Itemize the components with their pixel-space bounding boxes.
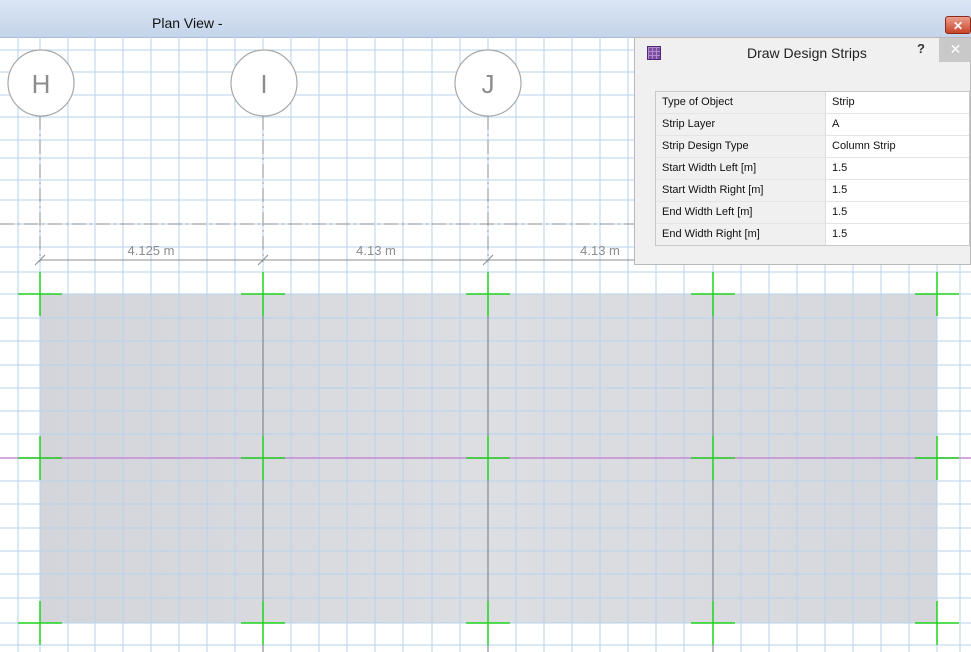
- property-row[interactable]: Type of Object Strip: [656, 92, 969, 114]
- property-label: Strip Layer: [656, 114, 826, 135]
- dimension-label-3: 4.13 m: [580, 243, 620, 258]
- property-label: Type of Object: [656, 92, 826, 113]
- grid-bubble-label-h: H: [32, 69, 51, 99]
- property-grid: Type of Object Strip Strip Layer A Strip…: [655, 91, 970, 246]
- grid-icon: [647, 46, 661, 60]
- property-value[interactable]: 1.5: [826, 202, 969, 223]
- property-row[interactable]: Start Width Left [m] 1.5: [656, 158, 969, 180]
- grid-bubble-label-i: I: [260, 69, 267, 99]
- property-value[interactable]: Strip: [826, 92, 969, 113]
- property-row[interactable]: Start Width Right [m] 1.5: [656, 180, 969, 202]
- dimension-label-1: 4.125 m: [128, 243, 175, 258]
- property-value[interactable]: 1.5: [826, 224, 969, 245]
- property-label: End Width Left [m]: [656, 202, 826, 223]
- dialog-close-button[interactable]: ✕: [939, 38, 971, 62]
- property-value[interactable]: 1.5: [826, 158, 969, 179]
- window-close-button[interactable]: ✕: [945, 16, 971, 34]
- property-row[interactable]: End Width Left [m] 1.5: [656, 202, 969, 224]
- property-label: End Width Right [m]: [656, 224, 826, 245]
- property-value[interactable]: 1.5: [826, 180, 969, 201]
- property-label: Start Width Left [m]: [656, 158, 826, 179]
- property-label: Strip Design Type: [656, 136, 826, 157]
- draw-design-strips-dialog[interactable]: Draw Design Strips ? ✕ Type of Object St…: [634, 37, 971, 265]
- property-value[interactable]: Column Strip: [826, 136, 969, 157]
- dialog-title: Draw Design Strips: [747, 45, 867, 61]
- grid-bubble-label-j: J: [482, 69, 495, 99]
- help-button[interactable]: ?: [917, 41, 925, 56]
- property-label: Start Width Right [m]: [656, 180, 826, 201]
- property-value[interactable]: A: [826, 114, 969, 135]
- title-bar: Plan View - ✕: [0, 0, 971, 38]
- window-title: Plan View -: [152, 15, 223, 31]
- property-row[interactable]: End Width Right [m] 1.5: [656, 224, 969, 245]
- property-row[interactable]: Strip Design Type Column Strip: [656, 136, 969, 158]
- dimension-label-2: 4.13 m: [356, 243, 396, 258]
- property-row[interactable]: Strip Layer A: [656, 114, 969, 136]
